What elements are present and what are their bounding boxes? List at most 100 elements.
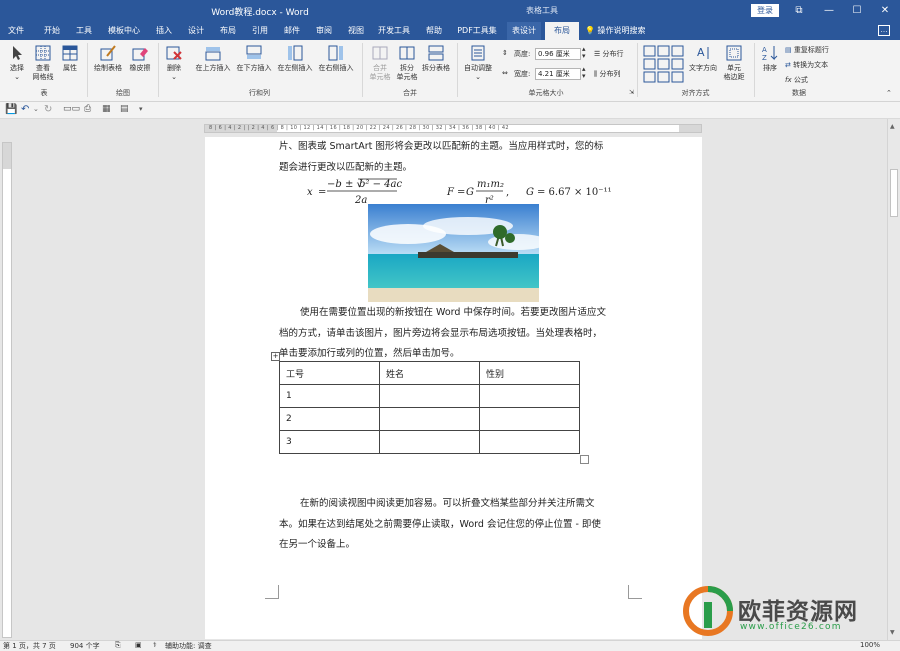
split-cells-button[interactable]: 拆分 单元格 <box>394 44 420 82</box>
tab-review[interactable]: 审阅 <box>310 22 338 40</box>
table-cell[interactable]: 姓名 <box>379 361 480 385</box>
text-direction-icon: A <box>697 46 709 59</box>
table-row: 1 <box>279 384 580 408</box>
formula-button[interactable]: fx 公式 <box>785 75 808 85</box>
tab-references[interactable]: 引用 <box>246 22 274 40</box>
touch-mode-icon[interactable]: ▭▭ <box>63 104 80 114</box>
table-cell[interactable]: 性别 <box>479 361 580 385</box>
width-spinner[interactable]: ▴ ▾ <box>582 66 586 80</box>
insert-table-qat-icon[interactable]: ▤ <box>120 104 129 114</box>
tab-mailings[interactable]: 邮件 <box>278 22 306 40</box>
table-cell[interactable]: 工号 <box>279 361 380 385</box>
delete-table-icon <box>166 46 182 60</box>
restore-ribbon-icon[interactable]: ⧉ <box>784 0 814 22</box>
select-button[interactable]: 选择 ⌄ <box>4 44 30 82</box>
table-cell[interactable]: 1 <box>279 384 380 408</box>
repeat-header-button[interactable]: ▤ 重复标题行 <box>785 45 829 55</box>
height-spinner[interactable]: ▴ ▾ <box>582 46 586 60</box>
table-resize-handle[interactable] <box>580 455 589 464</box>
tab-layout[interactable]: 布局 <box>214 22 242 40</box>
cell-size-launcher-icon[interactable]: ⇲ <box>629 89 634 96</box>
tab-design[interactable]: 设计 <box>182 22 210 40</box>
brand-url: www.office26.com <box>740 622 842 632</box>
close-button[interactable]: ✕ <box>870 0 900 22</box>
insert-below-button[interactable]: 在下方插入 <box>234 44 274 73</box>
print-preview-icon[interactable]: ⎙ <box>84 104 91 114</box>
table-cell[interactable] <box>479 407 580 431</box>
equation-image[interactable]: x = −b ± √ b² − 4ac 2a F = G m₁m₂ r², G = 6.… <box>305 175 625 207</box>
convert-to-text-button[interactable]: ⇄ 转换为文本 <box>785 60 828 70</box>
draw-table-button[interactable]: 绘制表格 <box>92 44 124 73</box>
tab-tools[interactable]: 工具 <box>70 22 98 40</box>
insert-left-button[interactable]: 在左侧插入 <box>275 44 315 73</box>
group-label-alignment: 对齐方式 <box>681 89 710 97</box>
page-count[interactable]: 第 1 页，共 7 页 <box>3 641 56 651</box>
svg-text:x: x <box>307 187 313 198</box>
tab-view[interactable]: 视图 <box>342 22 370 40</box>
table-cell[interactable] <box>379 430 480 454</box>
cell-margins-button[interactable]: 单元 格边距 <box>720 44 748 82</box>
view-gridlines-button[interactable]: 查看 网格线 <box>30 44 56 82</box>
tab-table-layout[interactable]: 布局 <box>545 22 579 40</box>
draw-table-qat-icon[interactable]: ▦ <box>102 104 111 114</box>
insert-right-button[interactable]: 在右侧插入 <box>316 44 356 73</box>
beach-photo[interactable] <box>368 204 539 302</box>
split-table-icon <box>428 45 444 61</box>
save-icon[interactable]: 💾 <box>5 104 17 115</box>
distribute-rows-button[interactable]: ☰ 分布行 <box>594 49 624 59</box>
document-page[interactable]: 片、图表或 SmartArt 图形将会更改以匹配新的主题。当应用样式时，您的标 … <box>205 137 702 639</box>
properties-button[interactable]: 属性 <box>58 44 82 73</box>
tab-template-center[interactable]: 模板中心 <box>104 22 144 40</box>
document-table[interactable]: 工号 姓名 性别 1 2 3 <box>279 361 580 454</box>
tab-home[interactable]: 开始 <box>38 22 66 40</box>
zoom-level[interactable]: 100% <box>860 641 880 649</box>
merge-cells-button[interactable]: 合并 单元格 <box>366 44 394 82</box>
word-count[interactable]: 904 个字 <box>70 641 100 651</box>
group-label-data: 数据 <box>792 89 806 97</box>
maximize-button[interactable]: ☐ <box>842 0 872 22</box>
group-separator <box>158 43 159 97</box>
tab-pdf-tools[interactable]: PDF工具集 <box>454 22 500 40</box>
eraser-icon <box>132 48 148 61</box>
table-row: 3 <box>279 430 580 454</box>
undo-dropdown-icon[interactable]: ⌄ <box>33 105 39 113</box>
undo-icon[interactable]: ↶ <box>21 104 29 115</box>
distribute-cols-button[interactable]: ⫼ 分布列 <box>594 69 620 79</box>
customize-qat-icon[interactable]: ▾ <box>139 105 143 113</box>
sort-button[interactable]: AZ 排序 <box>759 44 781 73</box>
comments-icon[interactable]: … <box>878 25 890 36</box>
proofing-icon[interactable]: ⎘ <box>115 641 121 650</box>
table-cell[interactable] <box>479 384 580 408</box>
delete-button[interactable]: 删除 ⌄ <box>162 44 186 82</box>
login-button[interactable]: 登录 <box>751 4 779 17</box>
tab-developer[interactable]: 开发工具 <box>374 22 414 40</box>
macro-icon[interactable]: ▣ <box>135 641 142 649</box>
table-cell[interactable] <box>479 430 580 454</box>
tab-insert[interactable]: 插入 <box>150 22 178 40</box>
height-input[interactable]: 0.96 厘米 <box>535 48 581 60</box>
collapse-ribbon-icon[interactable]: ⌃ <box>886 89 892 97</box>
table-cell[interactable] <box>379 407 480 431</box>
autofit-button[interactable]: 自动调整 ⌄ <box>460 44 496 82</box>
tab-help[interactable]: 帮助 <box>420 22 448 40</box>
accessibility-icon[interactable]: ⚕ <box>153 641 157 649</box>
vertical-ruler[interactable] <box>2 142 12 638</box>
table-cell[interactable]: 2 <box>279 407 380 431</box>
accessibility-status[interactable]: 辅助功能: 调查 <box>165 641 212 651</box>
minimize-button[interactable]: — <box>814 0 844 22</box>
horizontal-ruler[interactable]: 8 | 6 | 4 | 2 | | 2 | 4 | 6 | 8 | 10 | 1… <box>204 124 702 133</box>
eraser-button[interactable]: 橡皮擦 <box>126 44 154 73</box>
table-move-handle-icon[interactable]: + <box>271 352 280 361</box>
table-cell[interactable]: 3 <box>279 430 380 454</box>
width-input[interactable]: 4.21 厘米 <box>535 68 581 80</box>
redo-icon[interactable]: ↻ <box>44 104 52 115</box>
text-direction-button[interactable]: A 文字方向 <box>688 44 718 73</box>
tab-table-design[interactable]: 表设计 <box>507 22 541 40</box>
table-cell[interactable] <box>379 384 480 408</box>
tab-file[interactable]: 文件 <box>4 22 28 40</box>
vertical-scrollbar[interactable]: ▲ ▼ <box>887 119 900 640</box>
ribbon-tabs: 文件 开始 工具 模板中心 插入 设计 布局 引用 邮件 审阅 视图 开发工具 … <box>0 22 900 40</box>
split-table-button[interactable]: 拆分表格 <box>420 44 452 73</box>
tell-me-search[interactable]: 💡 操作说明搜索 <box>585 22 646 40</box>
insert-above-button[interactable]: 在上方插入 <box>193 44 233 73</box>
